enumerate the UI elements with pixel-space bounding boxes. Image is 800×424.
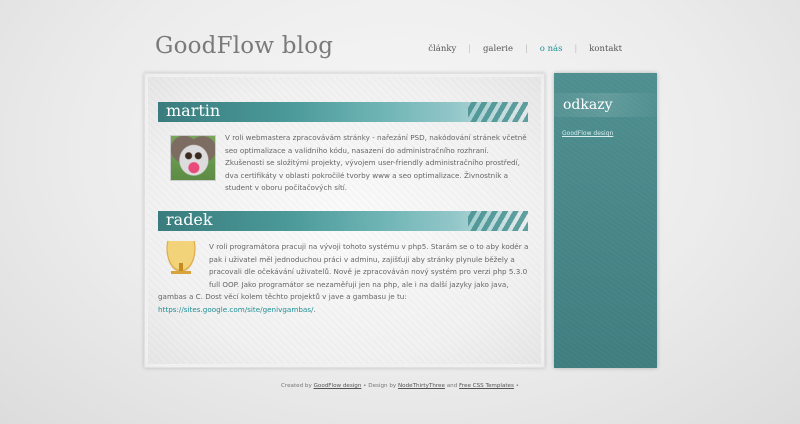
post-martin: martin V roli webmastera zpracovávám str… — [158, 101, 530, 195]
footer: Created by GoodFlow design • Design by N… — [0, 383, 800, 389]
post-radek: radek V roli programátora pracuji na výv… — [158, 210, 530, 316]
trophy-cup-icon — [162, 241, 200, 279]
footer-mid2: and — [444, 383, 460, 389]
post-title: radek — [166, 210, 213, 229]
main-nav: články | galerie | o nás | kontakt — [416, 44, 634, 54]
footer-mid1: • Design by — [361, 383, 398, 389]
nav-item-kontakt[interactable]: kontakt — [577, 44, 634, 54]
main-content: martin V roli webmastera zpracovávám str… — [144, 73, 545, 368]
footer-prefix: Created by — [281, 383, 314, 389]
footer-link-freecss[interactable]: Free CSS Templates — [459, 383, 514, 389]
sidebar-link-goodflow[interactable]: GoodFlow design — [562, 130, 613, 137]
post-body: V roli webmastera zpracovávám stránky - … — [158, 132, 530, 195]
dog-avatar — [170, 135, 216, 181]
site-header: GoodFlow blog články | galerie | o nás |… — [155, 30, 655, 70]
gambas-site-link[interactable]: https://sites.google.com/site/genivgamba… — [158, 305, 313, 314]
post-header: radek — [158, 210, 530, 231]
post-header: martin — [158, 101, 530, 122]
sidebar-title: odkazy — [563, 97, 613, 113]
nav-item-clanky[interactable]: články — [416, 44, 468, 54]
post-body: V roli programátora pracuji na vývoji to… — [158, 241, 530, 316]
post-text: V roli programátora pracuji na vývoji to… — [158, 242, 529, 301]
post-text-end: . — [313, 304, 316, 314]
footer-link-goodflow[interactable]: GoodFlow design — [314, 383, 362, 389]
post-text: V roli webmastera zpracovávám stránky - … — [225, 133, 527, 192]
header-stripes-decoration — [468, 211, 528, 231]
nav-item-o-nas[interactable]: o nás — [528, 44, 575, 54]
footer-suffix: • — [513, 383, 519, 389]
footer-link-nodethirtythree[interactable]: NodeThirtyThree — [398, 383, 445, 389]
site-title[interactable]: GoodFlow blog — [155, 33, 333, 59]
post-title: martin — [166, 101, 221, 120]
sidebar: odkazy GoodFlow design — [554, 73, 657, 368]
nav-item-galerie[interactable]: galerie — [471, 44, 525, 54]
header-stripes-decoration — [468, 102, 528, 122]
